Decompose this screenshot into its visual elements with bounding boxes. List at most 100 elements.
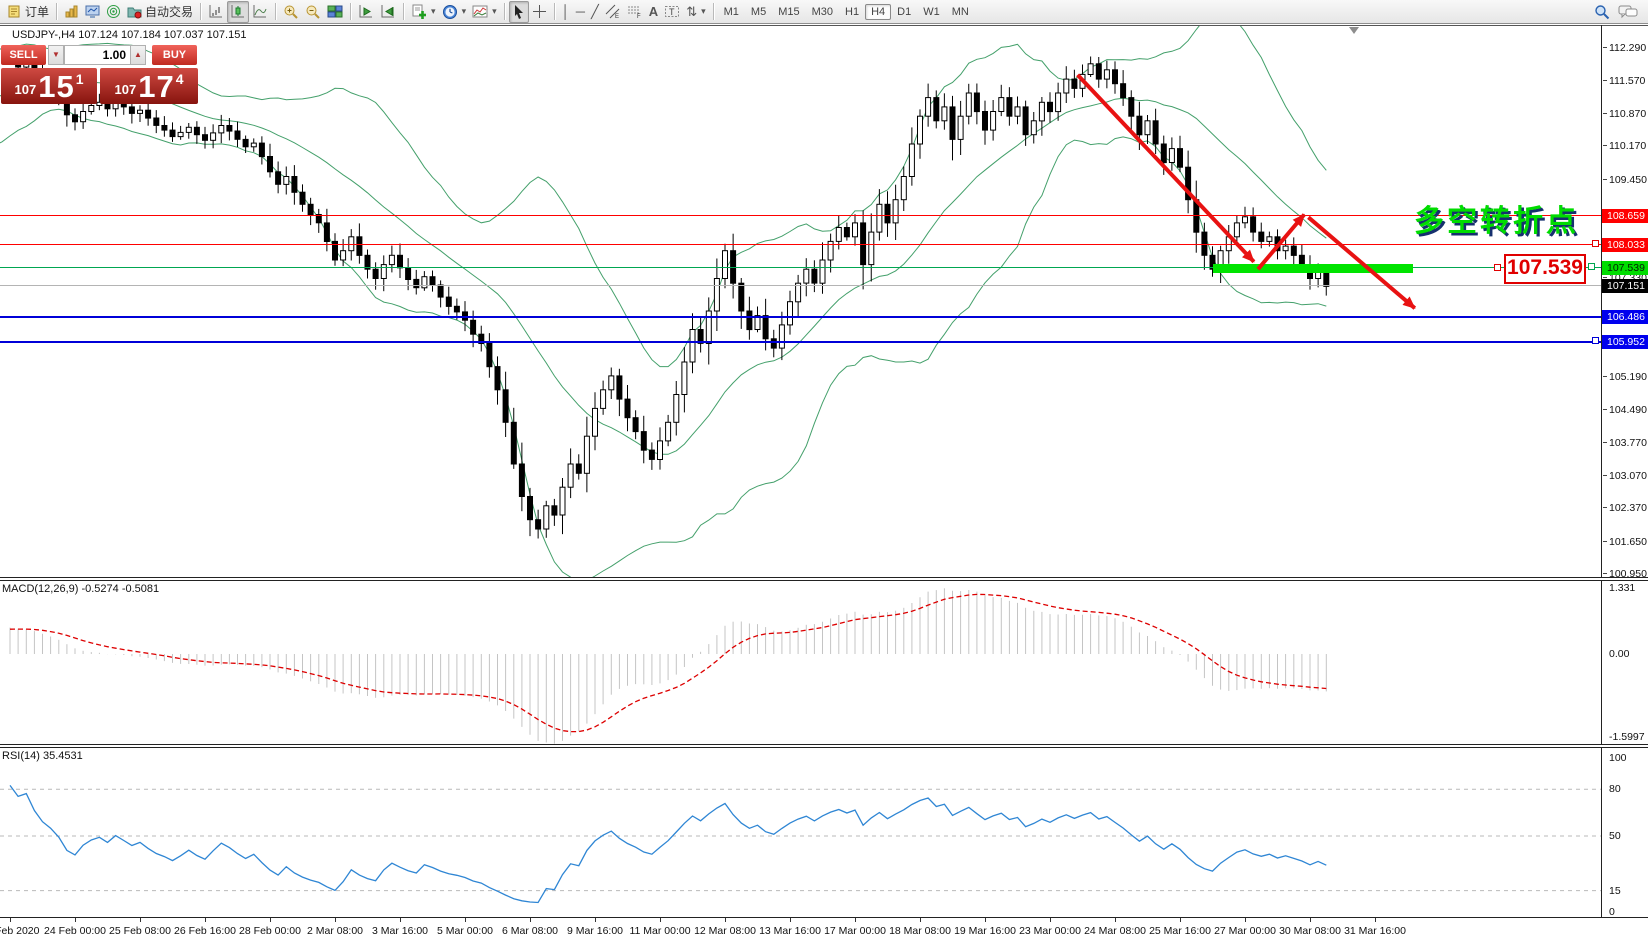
price-tick-104.490: 104.490 bbox=[1602, 404, 1648, 416]
time-tick bbox=[1310, 918, 1311, 922]
line-handle[interactable] bbox=[1494, 264, 1501, 271]
line-handle[interactable] bbox=[1592, 240, 1599, 247]
toolbar-right bbox=[1594, 4, 1644, 20]
time-label: 26 Feb 16:00 bbox=[174, 925, 236, 937]
timeframe-H1[interactable]: H1 bbox=[839, 4, 865, 20]
rsi-axis-100: 100 bbox=[1609, 752, 1627, 764]
horizontal-line-tool-button[interactable]: ─ bbox=[573, 2, 588, 22]
time-label: 31 Mar 16:00 bbox=[1344, 925, 1406, 937]
price-label-105.952: 105.952 bbox=[1602, 335, 1648, 349]
time-label: 27 Mar 00:00 bbox=[1214, 925, 1276, 937]
macd-label: MACD(12,26,9) -0.5274 -0.5081 bbox=[2, 583, 159, 595]
svg-text:T: T bbox=[669, 7, 675, 17]
time-label: 18 Mar 08:00 bbox=[889, 925, 951, 937]
text-icon: A bbox=[649, 5, 658, 18]
label-tool-button[interactable]: T bbox=[661, 2, 683, 22]
channel-tool-button[interactable]: E bbox=[602, 2, 624, 22]
autotrade-button[interactable]: 自动交易 bbox=[124, 2, 196, 22]
chat-icon[interactable] bbox=[1618, 4, 1638, 20]
horizontal-line-108.033[interactable] bbox=[0, 244, 1602, 245]
trendline-tool-button[interactable]: ╱ bbox=[588, 2, 602, 22]
cursor-icon bbox=[512, 4, 526, 19]
volume-decrease-button[interactable]: ▼ bbox=[48, 45, 64, 65]
time-tick bbox=[1375, 918, 1376, 922]
vertical-line-tool-button[interactable]: │ bbox=[559, 2, 573, 22]
pane-separator-rsi[interactable] bbox=[0, 744, 1648, 748]
dropdown-caret[interactable]: ▾ bbox=[462, 6, 467, 17]
crosshair-tool-button[interactable] bbox=[529, 2, 550, 22]
separator bbox=[504, 3, 505, 20]
templates-button[interactable]: ▾ bbox=[469, 2, 500, 22]
horizontal-line-106.486[interactable] bbox=[0, 316, 1602, 318]
rsi-axis-50: 50 bbox=[1609, 830, 1621, 842]
price-tick-105.190: 105.190 bbox=[1602, 371, 1648, 383]
price-tick-102.370: 102.370 bbox=[1602, 502, 1648, 514]
sell-button[interactable]: SELL bbox=[1, 45, 46, 65]
time-tick bbox=[335, 918, 336, 922]
time-tick bbox=[75, 918, 76, 922]
time-label: 11 Mar 00:00 bbox=[629, 925, 690, 937]
dropdown-caret[interactable]: ▾ bbox=[492, 6, 497, 17]
line-chart-mode-button[interactable] bbox=[249, 2, 271, 22]
search-icon[interactable] bbox=[1594, 4, 1610, 20]
timeframe-H4[interactable]: H4 bbox=[865, 4, 891, 20]
horizontal-line-105.952[interactable] bbox=[0, 341, 1602, 343]
support-band[interactable] bbox=[1213, 264, 1414, 273]
chart-shift-marker[interactable] bbox=[1349, 27, 1359, 34]
charts-button[interactable] bbox=[61, 2, 82, 22]
turning-point-annotation[interactable]: 多空转折点 bbox=[1414, 196, 1579, 240]
line-handle[interactable] bbox=[1588, 263, 1595, 270]
signal-button[interactable] bbox=[103, 2, 124, 22]
cursor-tool-button[interactable] bbox=[509, 1, 529, 23]
pane-separator-macd[interactable] bbox=[0, 577, 1648, 581]
sell-price-display[interactable]: 107151 bbox=[1, 68, 97, 104]
rsi-pane[interactable] bbox=[0, 748, 1602, 916]
time-axis[interactable]: 21 Feb 202024 Feb 00:0025 Feb 08:0026 Fe… bbox=[0, 918, 1648, 943]
text-tool-button[interactable]: A bbox=[646, 2, 661, 22]
price-callout[interactable]: 107.539 bbox=[1504, 254, 1586, 284]
line-handle[interactable] bbox=[1592, 337, 1599, 344]
tile-windows-button[interactable] bbox=[324, 2, 346, 22]
arrows-tool-button[interactable]: ⇅▾ bbox=[683, 2, 708, 22]
horizontal-line-108.659[interactable] bbox=[0, 215, 1602, 216]
time-label: 24 Feb 00:00 bbox=[44, 925, 106, 937]
dropdown-caret[interactable]: ▾ bbox=[701, 6, 706, 17]
indicators-icon bbox=[411, 4, 427, 20]
timeframe-M1[interactable]: M1 bbox=[718, 4, 745, 20]
timeframe-M5[interactable]: M5 bbox=[745, 4, 772, 20]
periods-button[interactable]: ▾ bbox=[439, 2, 470, 22]
zoom-out-button[interactable] bbox=[302, 2, 324, 22]
signal-icon bbox=[106, 4, 121, 19]
indicators-button[interactable]: ▾ bbox=[408, 2, 439, 22]
rsi-line bbox=[10, 785, 1326, 902]
hline-icon: ─ bbox=[576, 5, 585, 18]
volume-input[interactable]: 1.00 bbox=[64, 45, 131, 65]
volume-increase-button[interactable]: ▲ bbox=[130, 45, 146, 65]
candlestick-mode-button[interactable] bbox=[227, 1, 249, 23]
bar-chart-mode-button[interactable] bbox=[205, 2, 227, 22]
timeframe-W1[interactable]: W1 bbox=[917, 4, 946, 20]
timeframe-M30[interactable]: M30 bbox=[806, 4, 839, 20]
dropdown-caret[interactable]: ▾ bbox=[431, 6, 436, 17]
profile-button[interactable] bbox=[82, 2, 103, 22]
buy-button[interactable]: BUY bbox=[152, 45, 197, 65]
time-tick bbox=[790, 918, 791, 922]
macd-pane[interactable] bbox=[0, 581, 1602, 744]
timeframe-D1[interactable]: D1 bbox=[891, 4, 917, 20]
fibonacci-tool-button[interactable]: F bbox=[624, 2, 646, 22]
main-chart-pane[interactable] bbox=[0, 25, 1602, 577]
vline-icon: │ bbox=[562, 5, 570, 18]
line-chart-icon bbox=[252, 4, 268, 19]
zoom-in-button[interactable] bbox=[280, 2, 302, 22]
timeframe-MN[interactable]: MN bbox=[946, 4, 975, 20]
buy-price-display[interactable]: 107174 bbox=[100, 68, 198, 104]
time-tick bbox=[855, 918, 856, 922]
time-tick bbox=[1050, 918, 1051, 922]
price-tick-110.870: 110.870 bbox=[1602, 108, 1648, 120]
timeframe-M15[interactable]: M15 bbox=[772, 4, 805, 20]
horizontal-line-107.151[interactable] bbox=[0, 285, 1602, 286]
auto-scroll-button[interactable] bbox=[355, 2, 377, 22]
time-label: 21 Feb 2020 bbox=[0, 925, 39, 937]
chart-shift-button[interactable] bbox=[377, 2, 399, 22]
new-order-button[interactable]: 订单 bbox=[4, 2, 52, 22]
